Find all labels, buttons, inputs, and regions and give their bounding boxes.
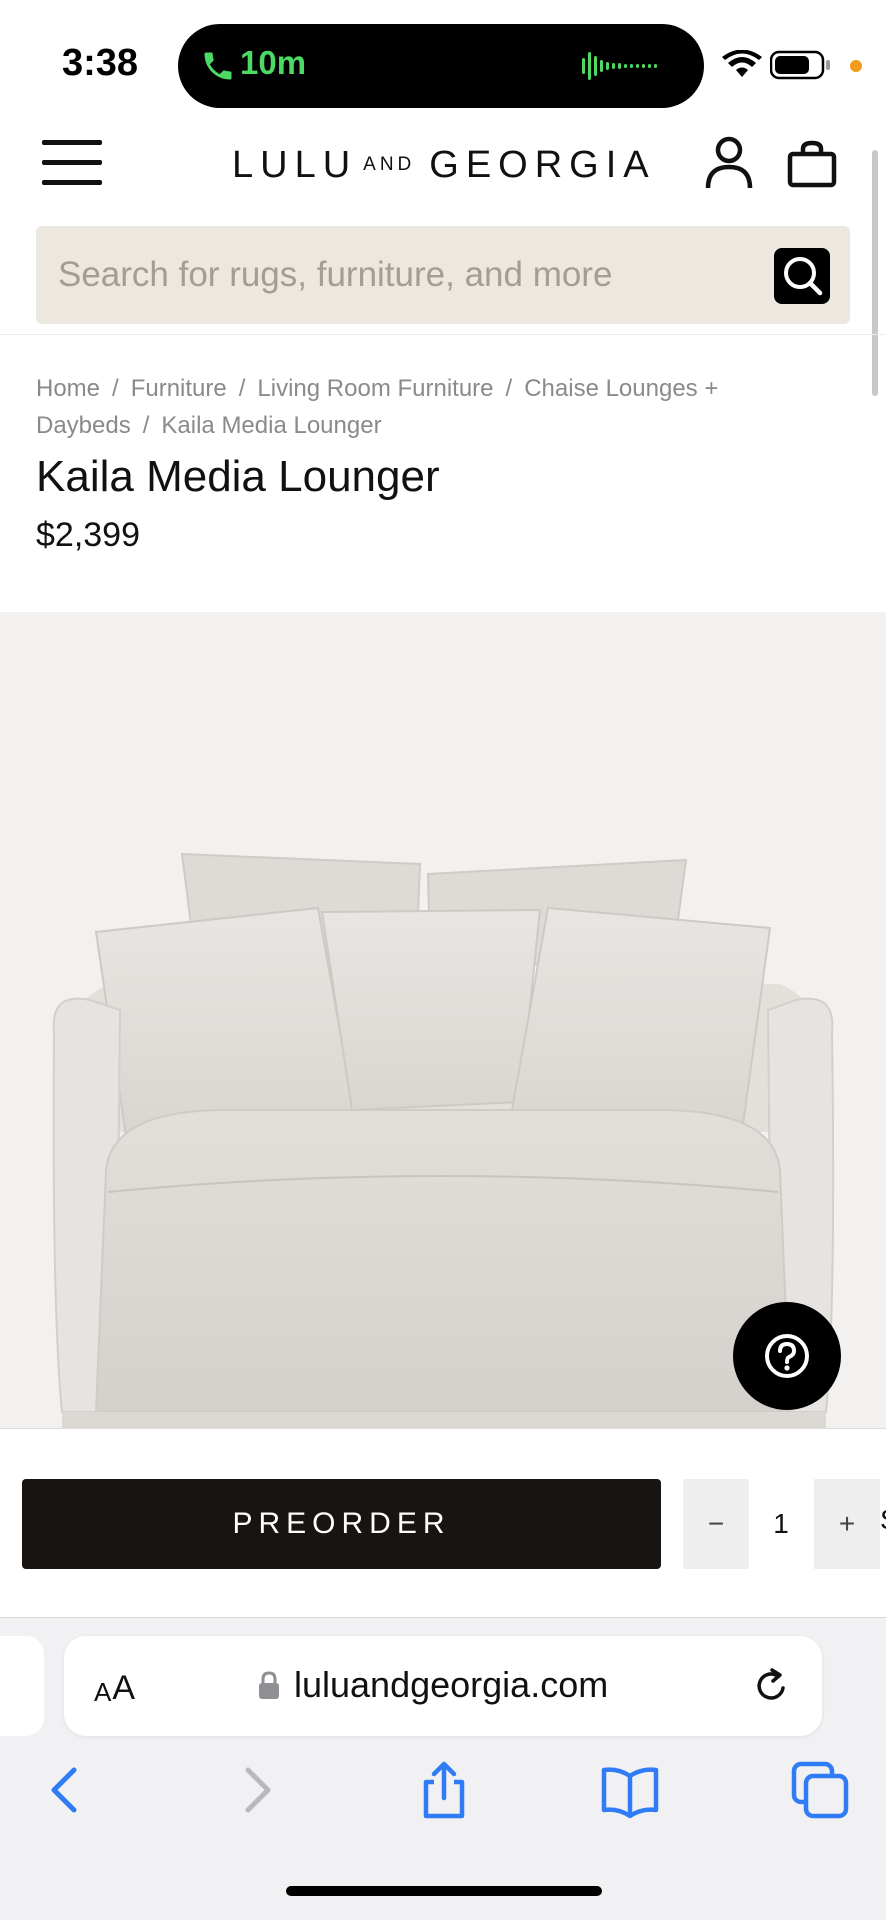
- header-divider: [0, 334, 886, 335]
- audio-waveform-icon: [582, 52, 657, 80]
- breadcrumb-separator: /: [505, 375, 513, 402]
- question-mark-icon: [765, 1334, 809, 1378]
- search-button[interactable]: [774, 248, 830, 304]
- logo-word-georgia: GEORGIA: [429, 143, 656, 186]
- product-price: $2,399: [36, 516, 140, 554]
- text-size-button[interactable]: AA: [94, 1664, 135, 1708]
- page-scroll-indicator[interactable]: [872, 150, 878, 396]
- logo-word-and: AND: [363, 154, 416, 175]
- phone-call-icon: [204, 52, 232, 80]
- shopping-bag-icon[interactable]: [786, 140, 838, 188]
- logo-word-lulu: LULU: [232, 143, 358, 186]
- previous-tab-preview[interactable]: [0, 1636, 44, 1736]
- wifi-icon: [722, 50, 762, 77]
- bookmarks-icon[interactable]: [600, 1760, 660, 1820]
- breadcrumb-living-room-furniture[interactable]: Living Room Furniture: [257, 375, 493, 402]
- home-indicator: [286, 1886, 602, 1896]
- status-bar: 3:38 10m: [0, 0, 886, 120]
- quantity-increase-button[interactable]: +: [814, 1479, 880, 1569]
- reload-icon[interactable]: [752, 1666, 792, 1706]
- dynamic-island[interactable]: 10m: [178, 24, 704, 108]
- back-icon[interactable]: [36, 1760, 96, 1820]
- breadcrumb-current-product: Kaila Media Lounger: [161, 412, 382, 439]
- text-size-large-a: A: [112, 1669, 136, 1707]
- preorder-button[interactable]: PREORDER: [22, 1479, 661, 1569]
- quantity-value[interactable]: 1: [758, 1479, 804, 1569]
- text-size-small-a: A: [94, 1677, 112, 1707]
- search-icon: [784, 257, 823, 296]
- url-text[interactable]: luluandgeorgia.com: [294, 1664, 608, 1706]
- site-logo[interactable]: LULU AND GEORGIA: [232, 143, 656, 187]
- tabs-icon[interactable]: [790, 1760, 850, 1820]
- status-time: 3:38: [62, 42, 139, 84]
- lock-icon: [259, 1671, 279, 1699]
- forward-icon[interactable]: [226, 1760, 286, 1820]
- help-chat-button[interactable]: [733, 1302, 841, 1410]
- call-duration: 10m: [240, 44, 307, 81]
- address-bar[interactable]: AA luluandgeorgia.com: [64, 1636, 822, 1736]
- image-divider: [0, 1428, 886, 1429]
- hamburger-menu-icon[interactable]: [42, 140, 102, 186]
- account-icon[interactable]: [702, 136, 756, 190]
- product-title: Kaila Media Lounger: [36, 452, 440, 501]
- offscreen-text-fragment: S: [880, 1504, 886, 1536]
- breadcrumb-separator: /: [112, 375, 119, 402]
- battery-icon: [770, 50, 830, 80]
- quantity-decrease-button[interactable]: −: [683, 1479, 749, 1569]
- share-icon[interactable]: [414, 1760, 474, 1820]
- breadcrumb-separator: /: [142, 412, 150, 439]
- breadcrumb-home[interactable]: Home: [36, 375, 100, 402]
- search-bar[interactable]: [36, 226, 850, 324]
- breadcrumb-separator: /: [238, 375, 246, 402]
- breadcrumb: Home / Furniture / Living Room Furniture / Cha…: [36, 370, 846, 444]
- search-input[interactable]: [58, 226, 758, 324]
- privacy-indicator-dot: [850, 60, 862, 72]
- breadcrumb-furniture[interactable]: Furniture: [131, 375, 227, 402]
